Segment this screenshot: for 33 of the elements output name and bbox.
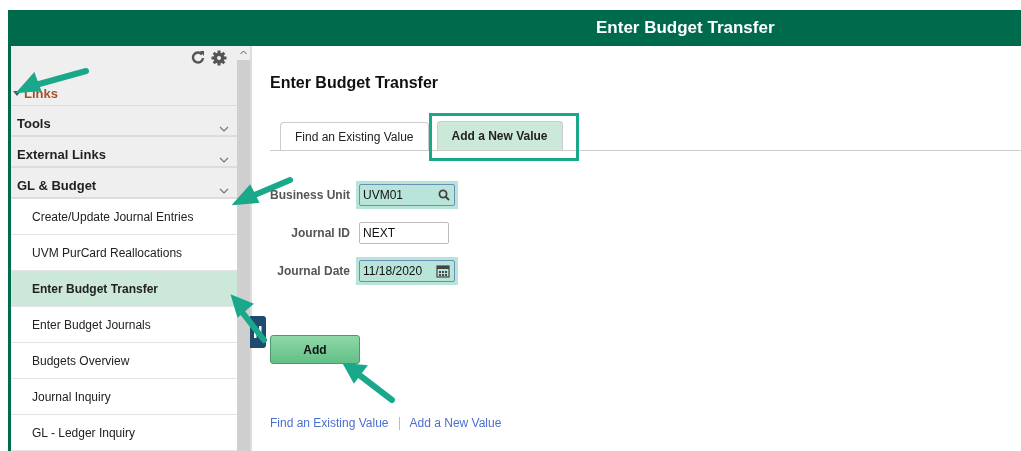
annotation-arrow [340, 360, 396, 404]
menu-item[interactable]: Budgets Overview [11, 343, 237, 379]
annotation-arrow [228, 292, 268, 344]
refresh-icon[interactable] [191, 50, 205, 64]
link[interactable]: Find an Existing Value [270, 416, 389, 430]
field-label: Journal Date [276, 264, 350, 278]
tab[interactable]: Find an Existing Value [280, 122, 429, 150]
calendar-icon[interactable] [436, 264, 450, 278]
tab[interactable]: Add a New Value [436, 121, 563, 150]
menu-item[interactable]: UVM PurCard Reallocations [11, 235, 237, 271]
header-title: Enter Budget Transfer [596, 18, 775, 38]
field-label: Journal ID [290, 226, 350, 240]
settings-icon[interactable] [211, 50, 227, 66]
chevron-down-icon [219, 188, 229, 194]
menu-group[interactable]: Tools [17, 115, 51, 135]
menu-item[interactable]: Journal Inquiry [11, 379, 237, 415]
chevron-down-icon [219, 156, 229, 163]
search-icon[interactable] [438, 189, 450, 201]
menu-group[interactable]: GL & Budget [17, 178, 97, 197]
menu-group[interactable]: External Links [17, 146, 106, 166]
add-button[interactable]: Add [270, 335, 360, 364]
menu-item[interactable]: Enter Budget Journals [11, 307, 237, 343]
menu-item[interactable]: Create/Update Journal Entries [11, 199, 237, 235]
input-field[interactable]: UVM01 [359, 184, 455, 206]
scrollbar[interactable] [237, 46, 250, 451]
menu-item[interactable]: GL - Ledger Inquiry [11, 415, 237, 451]
link[interactable]: Add a New Value [409, 416, 502, 430]
page-title: Enter Budget Transfer [270, 74, 440, 92]
input-field[interactable]: 11/18/2020 [359, 260, 455, 282]
input-field[interactable]: NEXT [359, 222, 449, 244]
menu-item[interactable]: Enter Budget Transfer [11, 271, 237, 307]
field-label: Business Unit [270, 188, 350, 202]
chevron-down-icon [219, 125, 229, 132]
